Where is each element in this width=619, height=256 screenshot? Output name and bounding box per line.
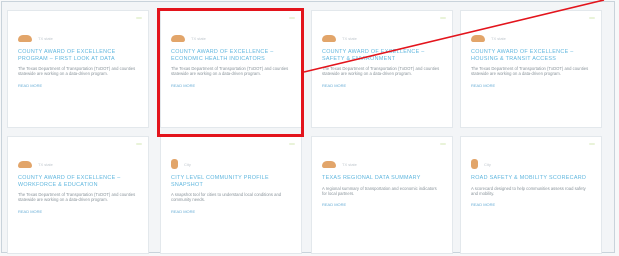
arrow-line xyxy=(303,0,605,73)
callout-arrow xyxy=(303,0,605,73)
